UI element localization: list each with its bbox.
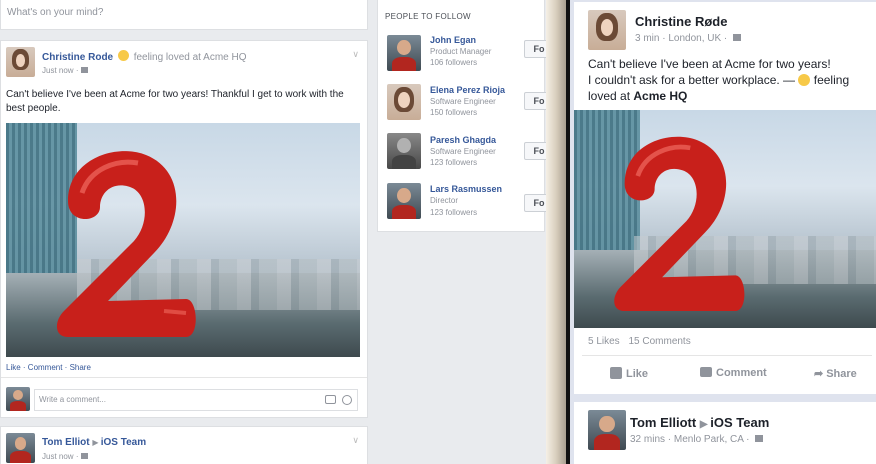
camera-icon[interactable]	[325, 395, 336, 404]
post-text: Can't believe I've been at Acme for two …	[6, 89, 344, 114]
mobile-post-card-2: Tom Elliott ▶ iOS Team 32 mins · Menlo P…	[574, 402, 876, 464]
panel-heading: PEOPLE TO FOLLOW	[385, 12, 471, 21]
person-title: Software Engineer	[430, 97, 496, 106]
person-title: Software Engineer	[430, 147, 496, 156]
audience-icon[interactable]	[755, 435, 764, 442]
smile-emoji-icon	[117, 50, 129, 61]
post-text-line: Can't believe I've been at Acme for two …	[588, 57, 831, 71]
chevron-down-icon[interactable]: ∨	[352, 435, 359, 446]
share-arrow-icon: ➦	[814, 368, 824, 380]
post-actions[interactable]: Like · Comment · Share	[6, 363, 91, 372]
post-header: Tom Elliott ▶ iOS Team	[630, 415, 769, 430]
author-name[interactable]: Tom Elliott	[630, 415, 696, 430]
post-time: 32 mins · Menlo Park, CA ·	[630, 434, 764, 445]
person-title: Director	[430, 196, 459, 205]
likes-count[interactable]: 5 Likes	[588, 336, 620, 347]
person-title: Product Manager	[430, 47, 492, 56]
audience-icon[interactable]	[80, 67, 88, 73]
post-card-2: Tom Elliot ▶ iOS Team Just now · ∨	[0, 426, 368, 464]
person-followers: 123 followers	[430, 158, 478, 167]
person-row[interactable]: Paresh Ghagda Software Engineer 123 foll…	[378, 131, 554, 175]
location-bold[interactable]: Acme HQ	[633, 89, 687, 103]
person-name[interactable]: Elena Perez Rioja	[430, 85, 505, 95]
arrow-right-icon: ▶	[699, 419, 711, 430]
person-avatar[interactable]	[387, 84, 421, 120]
person-row[interactable]: Elena Perez Rioja Software Engineer 150 …	[378, 81, 554, 125]
post-time: Just now ·	[42, 66, 88, 75]
comment-button[interactable]: Comment	[700, 367, 767, 379]
mobile-post-card: Christine Røde 3 min · London, UK · Can'…	[574, 2, 876, 394]
reaction-counts: 5 Likes 15 Comments	[588, 336, 691, 347]
avatar[interactable]	[6, 433, 35, 463]
person-name[interactable]: Lars Rasmussen	[430, 184, 502, 194]
share-button[interactable]: ➦ Share	[814, 367, 857, 380]
people-to-follow-panel: PEOPLE TO FOLLOW John Egan Product Manag…	[377, 0, 554, 232]
like-button[interactable]: Like	[610, 367, 648, 380]
person-avatar[interactable]	[387, 35, 421, 71]
arrow-right-icon: ▶	[92, 438, 101, 447]
author-name[interactable]: Christine Røde	[635, 14, 727, 29]
smile-emoji-icon	[798, 74, 811, 86]
post-header: Christine Rode feeling loved at Acme HQ	[42, 50, 247, 63]
audience-icon[interactable]	[733, 34, 742, 41]
avatar[interactable]	[588, 410, 626, 450]
divider	[1, 377, 367, 378]
person-row[interactable]: Lars Rasmussen Director 123 followers Fo	[378, 180, 554, 224]
speech-bubble-icon	[700, 367, 712, 377]
post-text-line: loved at Acme HQ	[588, 89, 688, 103]
post-photo[interactable]	[6, 123, 360, 357]
thumbs-up-icon	[610, 367, 622, 379]
group-name[interactable]: iOS Team	[710, 415, 769, 430]
number-two-balloon	[56, 151, 196, 337]
comments-count[interactable]: 15 Comments	[628, 336, 690, 347]
emoji-icon[interactable]	[342, 395, 352, 405]
commenter-avatar	[6, 387, 30, 411]
comment-placeholder: Write a comment...	[39, 395, 106, 404]
author-name[interactable]: Christine Rode	[42, 52, 113, 63]
post-header: Tom Elliot ▶ iOS Team	[42, 437, 146, 448]
person-row[interactable]: John Egan Product Manager 106 followers …	[378, 32, 554, 76]
post-photo[interactable]	[574, 110, 876, 328]
chevron-down-icon[interactable]: ∨	[352, 49, 359, 60]
post-card: Christine Rode feeling loved at Acme HQ …	[0, 40, 368, 418]
divider	[582, 355, 872, 356]
composer[interactable]: What's on your mind?	[0, 0, 368, 30]
group-name[interactable]: iOS Team	[101, 437, 146, 448]
post-text: Can't believe I've been at Acme for two …	[588, 56, 870, 104]
audience-icon[interactable]	[80, 453, 88, 459]
person-name[interactable]: Paresh Ghagda	[430, 135, 496, 145]
person-name[interactable]: John Egan	[430, 35, 476, 45]
avatar[interactable]	[6, 47, 35, 77]
person-followers: 150 followers	[430, 108, 478, 117]
phone-frame-edge	[546, 0, 566, 464]
person-avatar[interactable]	[387, 183, 421, 219]
person-avatar[interactable]	[387, 133, 421, 169]
avatar[interactable]	[588, 10, 626, 50]
comment-input[interactable]: Write a comment...	[34, 389, 358, 411]
person-followers: 106 followers	[430, 58, 478, 67]
post-time: Just now ·	[42, 452, 88, 461]
post-time: 3 min · London, UK ·	[635, 33, 742, 44]
post-text-line: I couldn't ask for a better workplace. —…	[588, 73, 850, 87]
composer-placeholder[interactable]: What's on your mind?	[7, 7, 103, 18]
person-followers: 123 followers	[430, 208, 478, 217]
author-name[interactable]: Tom Elliot	[42, 437, 90, 448]
mobile-screen: Christine Røde 3 min · London, UK · Can'…	[570, 0, 876, 464]
feeling-text: feeling loved at Acme HQ	[133, 52, 247, 63]
number-two-balloon	[614, 136, 745, 311]
